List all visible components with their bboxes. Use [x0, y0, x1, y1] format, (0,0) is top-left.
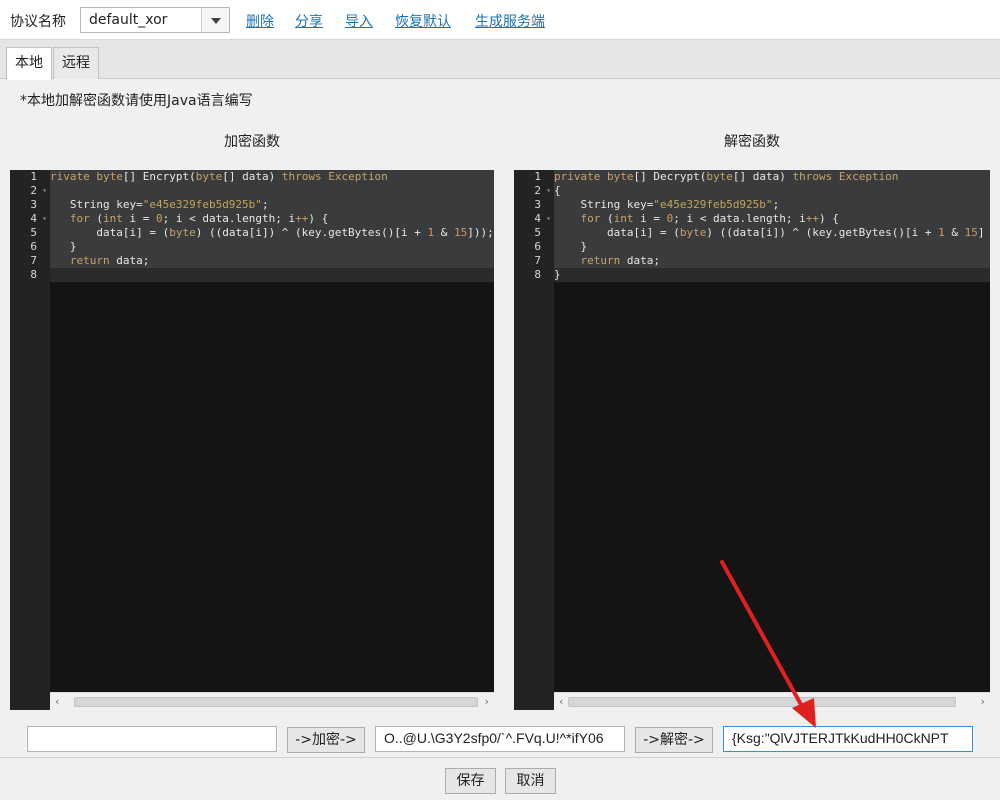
encrypt-function-title: 加密函数 — [224, 134, 280, 150]
code-line: String key="e45e329feb5d925b"; — [554, 198, 780, 211]
line-number-gutter: 1 2 ▾ 3 4 ▾ 5 6 7 8 — [10, 170, 50, 710]
ciphertext-input[interactable]: O..@U.\G3Y2sfp0/`^.FVq.U!^*ifY06 — [375, 726, 625, 752]
line-number: 4 ▾ — [534, 212, 551, 226]
cancel-button[interactable]: 取消 — [505, 768, 556, 794]
scroll-thumb[interactable] — [568, 697, 956, 707]
top-bar: 协议名称 default_xor 删除 分享 导入 恢复默认 生成服务端 — [0, 0, 1000, 40]
restore-default-link[interactable]: 恢复默认 — [395, 11, 451, 31]
code-line: String key="e45e329feb5d925b"; — [50, 198, 269, 211]
line-number: 5 — [534, 226, 541, 239]
code-area[interactable]: private byte[] Decrypt(byte[] data) thro… — [554, 170, 990, 282]
encrypt-code-editor[interactable]: 1 2 ▾ 3 4 ▾ 5 6 7 8 rivate byte[] Encrypt(… — [10, 170, 494, 710]
test-row: ->加密-> O..@U.\G3Y2sfp0/`^.FVq.U!^*ifY06 … — [0, 720, 1000, 760]
plaintext-input[interactable] — [27, 726, 277, 752]
line-number: 6 — [534, 240, 541, 253]
code-line: return data; — [580, 254, 661, 267]
horizontal-scrollbar[interactable]: ‹ › — [554, 692, 990, 710]
code-line: } — [50, 240, 77, 253]
line-number: 2 ▾ — [30, 184, 47, 198]
line-number: 2 ▾ — [534, 184, 551, 198]
encrypt-button[interactable]: ->加密-> — [287, 727, 365, 753]
fold-icon[interactable]: ▾ — [42, 184, 47, 198]
chevron-down-icon[interactable] — [201, 8, 229, 32]
fold-icon[interactable]: ▾ — [546, 184, 551, 198]
scroll-right-icon[interactable]: › — [979, 695, 986, 708]
delete-link[interactable]: 删除 — [246, 11, 274, 31]
code-line: data[i] = (byte) ((data[i]) ^ (key.getBy… — [554, 226, 985, 239]
line-number-gutter: 1 2 ▾ 3 4 ▾ 5 6 7 8 — [514, 170, 554, 710]
protocol-select[interactable]: default_xor — [80, 7, 230, 33]
language-note: *本地加解密函数请使用Java语言编写 — [20, 93, 253, 109]
fold-icon[interactable]: ▾ — [42, 212, 47, 226]
code-line — [50, 268, 494, 282]
line-number: 6 — [30, 240, 37, 253]
code-line: private byte[] Decrypt(byte[] data) thro… — [554, 170, 899, 183]
line-number: 4 ▾ — [30, 212, 47, 226]
save-button[interactable]: 保存 — [445, 768, 496, 794]
code-line: rivate byte[] Encrypt(byte[] data) throw… — [50, 170, 388, 183]
code-line: data[i] = (byte) ((data[i]) ^ (key.getBy… — [50, 226, 494, 239]
decrypted-output-input[interactable]: {Ksg:"QlVJTERJTkKudHH0CkNPT — [723, 726, 973, 752]
scroll-right-icon[interactable]: › — [483, 695, 490, 708]
protocol-name-label: 协议名称 — [10, 14, 66, 30]
tab-local[interactable]: 本地 — [6, 47, 52, 80]
decrypt-function-title: 解密函数 — [724, 134, 780, 150]
tab-remote[interactable]: 远程 — [53, 47, 99, 79]
share-link[interactable]: 分享 — [295, 11, 323, 31]
footer: 保存 取消 — [0, 757, 1000, 800]
line-number: 7 — [30, 254, 37, 267]
code-line: for (int i = 0; i < data.length; i++) { — [580, 212, 839, 225]
line-number: 8 — [534, 268, 541, 281]
line-number: 7 — [534, 254, 541, 267]
tabs-row: 本地 远程 — [0, 40, 1000, 80]
generate-server-link[interactable]: 生成服务端 — [475, 11, 545, 31]
code-area[interactable]: rivate byte[] Encrypt(byte[] data) throw… — [50, 170, 494, 282]
code-line: return data; — [69, 254, 150, 267]
fold-icon[interactable]: ▾ — [546, 212, 551, 226]
protocol-select-value: default_xor — [89, 12, 168, 28]
line-number: 5 — [30, 226, 37, 239]
decrypt-button[interactable]: ->解密-> — [635, 727, 713, 753]
line-number: 1 — [534, 170, 541, 183]
code-line: for (int i = 0; i < data.length; i++) { — [69, 212, 329, 225]
line-number: 8 — [30, 268, 37, 281]
scroll-thumb[interactable] — [74, 697, 478, 707]
code-line: } — [554, 268, 990, 282]
code-line: } — [554, 240, 588, 253]
scroll-left-icon[interactable]: ‹ — [54, 695, 61, 708]
line-number: 3 — [534, 198, 541, 211]
horizontal-scrollbar[interactable]: ‹ › — [50, 692, 494, 710]
import-link[interactable]: 导入 — [345, 11, 373, 31]
scroll-left-icon[interactable]: ‹ — [558, 695, 565, 708]
line-number: 1 — [30, 170, 37, 183]
line-number: 3 — [30, 198, 37, 211]
decrypt-code-editor[interactable]: 1 2 ▾ 3 4 ▾ 5 6 7 8 private byte[] Decrypt… — [514, 170, 990, 710]
code-line: { — [554, 184, 561, 197]
